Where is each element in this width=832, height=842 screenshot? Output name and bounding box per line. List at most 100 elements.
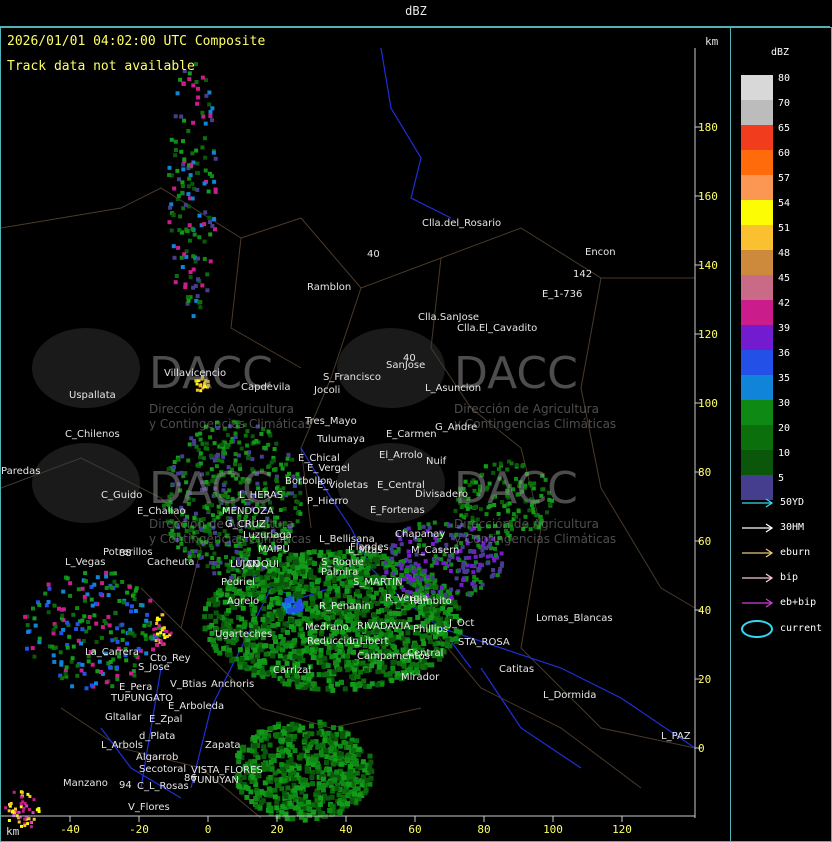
legend-swatch	[741, 400, 773, 425]
place-label: Tulumaya	[316, 434, 365, 445]
track-arrow-icon	[742, 573, 774, 583]
legend-swatch	[741, 175, 773, 200]
legend-swatch	[741, 325, 773, 350]
watermark-subtitle: Dirección de Agricultura	[149, 517, 294, 531]
place-label: Jocoli	[313, 385, 340, 396]
place-label: L_Libert	[349, 636, 389, 647]
place-label: d_Plata	[139, 731, 175, 742]
place-label: P_Hierro	[307, 496, 348, 507]
x-tick-label: 120	[612, 823, 632, 836]
y-tick-label: 160	[698, 190, 718, 203]
x-tick-label: -20	[129, 823, 149, 836]
legend-swatch	[741, 350, 773, 375]
track-arrow-icon	[742, 498, 774, 508]
dacc-logo-icon	[32, 443, 140, 523]
road-number-label: 88	[119, 548, 132, 559]
place-label: Ugarteches	[215, 629, 272, 640]
legend-value-label: 35	[778, 373, 791, 384]
place-label: G_Andre	[435, 422, 477, 433]
y-tick-label: 80	[698, 466, 711, 479]
x-tick-label: 20	[270, 823, 283, 836]
road-number-label: 142	[573, 269, 592, 280]
place-label: L_HERAS	[239, 490, 283, 501]
x-tick-label: 0	[205, 823, 212, 836]
y-tick-label: 20	[698, 673, 711, 686]
legend-value-label: 57	[778, 173, 791, 184]
y-tick-label: 180	[698, 121, 718, 134]
legend-value-label: 80	[778, 73, 791, 84]
track-label: eburn	[780, 547, 811, 558]
x-axis-ticks: -40 -20 0 20 40 60 80 100 120	[60, 816, 632, 836]
place-label: S_Jose	[138, 662, 170, 673]
x-tick-label: 80	[477, 823, 490, 836]
place-label: M_Casern	[411, 545, 459, 556]
y-axis-ticks: 180 160 140 120 100 80 60 40 20 0	[695, 121, 718, 755]
current-label: current	[780, 623, 823, 634]
place-label: L_Arbols	[101, 740, 143, 751]
place-label: E_Pera	[119, 682, 152, 693]
legend-swatch	[741, 375, 773, 400]
place-label: Paredas	[1, 466, 40, 477]
place-label: LUJAN	[230, 559, 260, 570]
legend-value-label: 48	[778, 248, 791, 259]
legend-swatch	[741, 425, 773, 450]
place-label: Luzuriaga	[243, 530, 292, 541]
watermark-subtitle: y Contingencias Climáticas	[454, 532, 616, 546]
place-label: Ramblon	[307, 282, 351, 293]
legend-value-label: 30	[778, 398, 791, 409]
y-tick-label: 120	[698, 328, 718, 341]
place-label: Clla.del_Rosario	[422, 218, 501, 229]
place-label: Zapata	[205, 740, 241, 751]
watermark-subtitle: Dirección de Agricultura	[149, 402, 294, 416]
place-label: Nuif	[426, 456, 447, 467]
radar-map-canvas[interactable]: DACCDirección de Agriculturay Contingenc…	[1, 28, 728, 839]
track-label: 30HM	[780, 522, 805, 533]
place-label: L_Dormida	[543, 690, 596, 701]
place-label: Rambito	[410, 596, 452, 607]
track-arrow-icon	[742, 548, 774, 558]
place-label: V_Btias	[170, 679, 207, 690]
road-number-label: 86	[184, 773, 197, 784]
place-label: TUNUYAN	[190, 775, 239, 786]
place-label: E_Zpal	[149, 714, 182, 725]
place-label: E_Fortenas	[370, 505, 425, 516]
place-label: E_Violetas	[317, 480, 368, 491]
watermark-subtitle: y Contingencias Climáticas	[149, 417, 311, 431]
track-status-message: Track data not available	[7, 59, 195, 74]
legend-value-label: 60	[778, 148, 791, 159]
place-label: El_Arrolo	[379, 450, 423, 461]
place-label: J_Oct	[448, 618, 474, 629]
place-label: E_Challao	[137, 506, 186, 517]
legend-value-label: 36	[778, 348, 791, 359]
x-tick-label: 100	[543, 823, 563, 836]
place-label: Capdevila	[241, 382, 291, 393]
place-label: Medrano	[305, 622, 349, 633]
place-label: Uspallata	[69, 390, 116, 401]
track-label: 50YD	[780, 497, 805, 508]
place-label: Secotoral	[139, 764, 186, 775]
legend-swatch	[741, 450, 773, 475]
place-label: Central	[407, 648, 443, 659]
watermark-subtitle: y Contingencias Climáticas	[454, 417, 616, 431]
place-label: Mirador	[401, 672, 440, 683]
place-label: E_1-736	[542, 289, 582, 300]
road-number-label: 40	[403, 353, 416, 364]
legend-value-label: 42	[778, 298, 791, 309]
legend-swatch	[741, 225, 773, 250]
place-label: TUPUNGATO	[110, 693, 173, 704]
road-number-label: 94	[119, 780, 132, 791]
place-label: C_Guido	[101, 490, 142, 501]
place-label: RIVADAVIA	[357, 621, 410, 632]
legend-value-label: 51	[778, 223, 791, 234]
x-tick-label: 40	[339, 823, 352, 836]
legend-value-label: 54	[778, 198, 791, 209]
place-label: L_Asuncion	[425, 383, 481, 394]
legend-swatch	[741, 150, 773, 175]
place-label: G_CRUZ	[225, 519, 266, 530]
place-label: E_Carmen	[386, 429, 437, 440]
track-label: bip	[780, 572, 799, 583]
track-arrow-icon	[742, 598, 774, 608]
legend-value-label: 20	[778, 423, 791, 434]
y-tick-label: 60	[698, 535, 711, 548]
place-label: E_Vergel	[307, 463, 350, 474]
